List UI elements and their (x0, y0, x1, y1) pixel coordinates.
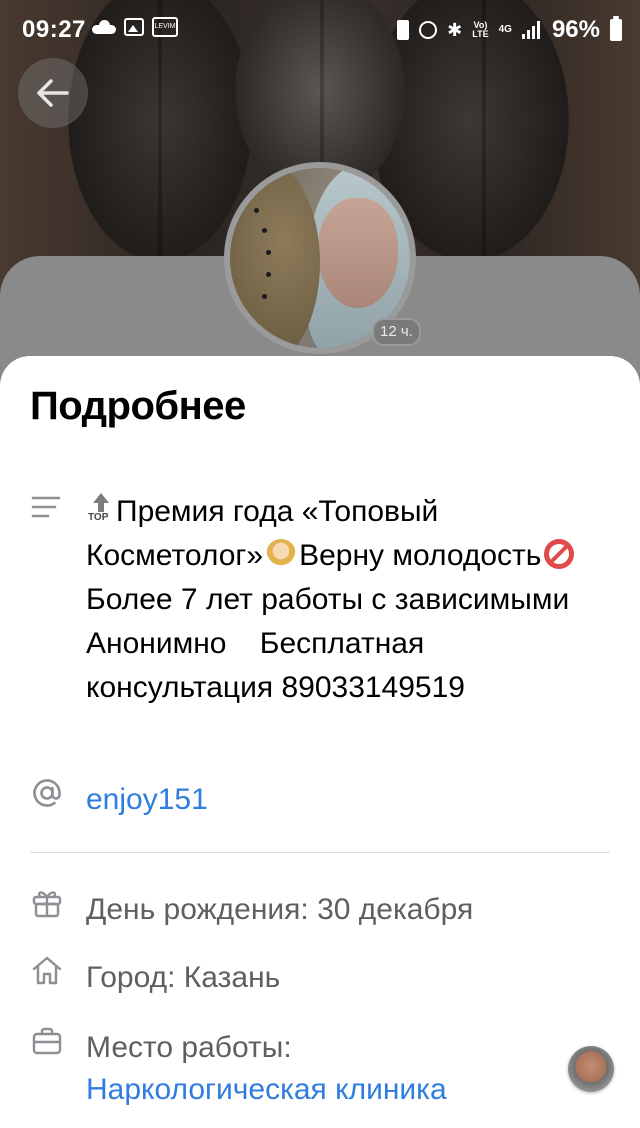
bluetooth-icon: ✱ (447, 19, 463, 40)
sheet-title: Подробнее (30, 384, 246, 428)
profile-status: TOP Премия года «Топовый Косметолог» Верн… (86, 490, 606, 710)
at-sign-icon (33, 779, 61, 807)
work-place-link[interactable]: Наркологическая клиника (86, 1068, 606, 1112)
divider (30, 852, 610, 853)
home-icon (32, 956, 62, 985)
status-part-3: Более 7 лет работы с зависимыми Анонимно… (86, 583, 578, 704)
work-label: Место работы: (86, 1031, 292, 1064)
app-notification-icon: LEVIM (152, 17, 178, 37)
back-button[interactable] (18, 58, 88, 128)
status-notification-icons: LEVIM (92, 17, 178, 37)
gift-icon (32, 891, 62, 918)
city-text: Город: Казань (86, 961, 281, 994)
battery-saver-icon (397, 20, 410, 40)
status-part-2: Верну молодость (299, 539, 542, 572)
birthday-text: День рождения: 30 декабря (86, 893, 474, 926)
text-lines-icon (31, 496, 61, 518)
avatar-hat (230, 168, 320, 348)
doctor-emoji-icon (266, 539, 297, 569)
top-arrow-icon: TOP (86, 493, 116, 527)
signal-icon (521, 21, 542, 39)
floating-chat-avatar[interactable] (568, 1046, 614, 1092)
cloud-icon (92, 20, 116, 34)
status-system-icons: ✱ Vo) LTE 4G 96% (397, 16, 622, 44)
no-phone-emoji-icon (544, 539, 575, 569)
battery-icon (610, 16, 622, 41)
status-time: 09:27 (22, 16, 86, 43)
gallery-icon (124, 18, 144, 36)
arrow-left-icon (37, 79, 69, 107)
details-sheet: Подробнее TOP Премия года «Топовый Косме… (0, 356, 640, 1128)
briefcase-icon (32, 1027, 62, 1055)
volte-icon: Vo) LTE (472, 20, 489, 39)
username-link[interactable]: enjoy151 (86, 778, 606, 822)
avatar-face (318, 198, 398, 308)
network-4g-icon: 4G (498, 24, 512, 35)
avatar-time-badge: 12 ч. (372, 318, 421, 346)
battery-percent: 96% (551, 16, 600, 43)
status-bar: 09:27 LEVIM ✱ Vo) LTE 4G 96% (0, 0, 640, 60)
alarm-icon (419, 21, 438, 39)
